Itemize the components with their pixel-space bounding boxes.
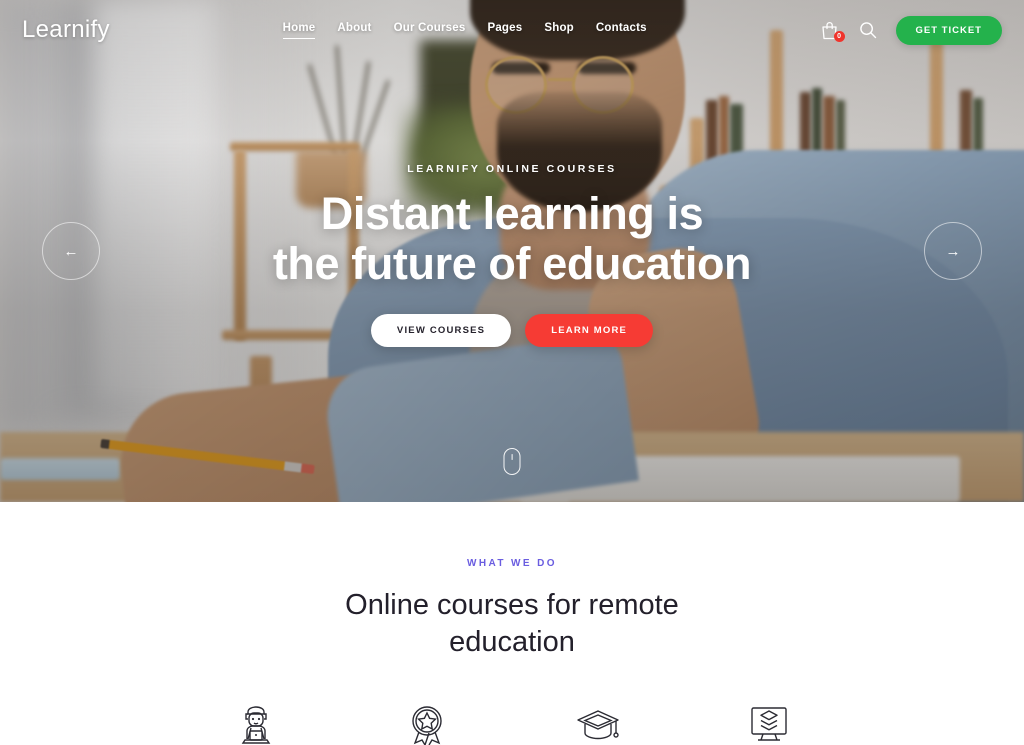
feature-powerful-program[interactable]: Powerful Program: [512, 695, 683, 745]
hero-buttons: VIEW COURSES LEARN MORE: [370, 313, 654, 347]
scroll-mouse-icon[interactable]: [503, 448, 521, 475]
section-title-line-1: Online courses for remote: [345, 589, 679, 621]
hero-title-line-2: the future of education: [272, 237, 752, 289]
section-title-line-2: education: [449, 626, 575, 659]
slider-prev-arrow-icon[interactable]: ←: [42, 222, 100, 280]
nav-item-home[interactable]: Home: [282, 22, 316, 39]
search-icon[interactable]: [858, 19, 878, 41]
main-navigation: Home About Our Courses Pages Shop Contac…: [282, 22, 647, 39]
hero-title-line-1: Distant learning is: [320, 188, 704, 240]
person-laptop-icon: [230, 695, 282, 745]
header-actions: 0 GET TICKET: [820, 15, 1002, 45]
features-list: Online Courses Personal Teacher: [0, 695, 1024, 745]
site-header: Learnify Home About Our Courses Pages Sh…: [0, 0, 1024, 60]
cart-count-badge: 0: [833, 31, 845, 42]
nav-item-contacts[interactable]: Contacts: [596, 22, 647, 38]
hero-content: LEARNIFY ONLINE COURSES Distant learning…: [0, 0, 1024, 502]
monitor-layers-icon: [743, 695, 795, 745]
hero-eyebrow: LEARNIFY ONLINE COURSES: [407, 163, 617, 176]
learn-more-button[interactable]: LEARN MORE: [525, 313, 654, 347]
feature-247-support[interactable]: 24/7 Support: [683, 695, 854, 745]
slider-next-arrow-icon[interactable]: →: [924, 222, 982, 280]
site-logo[interactable]: Learnify: [22, 16, 110, 44]
nav-item-pages[interactable]: Pages: [487, 22, 522, 38]
nav-item-about[interactable]: About: [337, 22, 371, 38]
what-we-do-section: WHAT WE DO Online courses for remote edu…: [0, 502, 1024, 745]
section-eyebrow: WHAT WE DO: [467, 558, 557, 569]
award-ribbon-icon: [401, 695, 453, 745]
hero-title: Distant learning is the future of educat…: [272, 188, 752, 289]
feature-personal-teacher[interactable]: Personal Teacher: [341, 695, 512, 745]
section-title: Online courses for remote education: [302, 587, 722, 661]
nav-item-shop[interactable]: Shop: [544, 22, 574, 38]
shopping-bag-icon[interactable]: 0: [820, 19, 845, 42]
hero-section: Learnify Home About Our Courses Pages Sh…: [0, 0, 1024, 502]
get-ticket-button[interactable]: GET TICKET: [895, 15, 1002, 45]
feature-online-courses[interactable]: Online Courses: [170, 695, 341, 745]
view-courses-button[interactable]: VIEW COURSES: [370, 313, 512, 347]
nav-item-our-courses[interactable]: Our Courses: [394, 22, 466, 38]
graduation-cap-icon: [572, 695, 624, 745]
